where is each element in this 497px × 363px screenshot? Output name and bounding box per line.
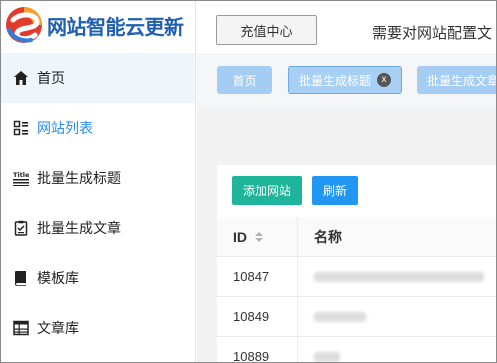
- site-table: ID 名称 10847 10849 10889: [217, 217, 496, 362]
- tab-batch-titles[interactable]: 批量生成标题 x: [288, 66, 402, 94]
- sidebar-item-home[interactable]: 首页: [1, 53, 195, 103]
- sidebar-item-label: 批量生成文章: [37, 220, 121, 236]
- sidebar-item-batch-articles[interactable]: 批量生成文章: [1, 203, 195, 253]
- cell-id: 10847: [217, 257, 298, 296]
- table-row[interactable]: 10847: [217, 257, 496, 297]
- top-header: 充值中心 需要对网站配置文: [197, 1, 496, 55]
- add-site-button[interactable]: 添加网站: [232, 176, 302, 205]
- cell-id: 10849: [217, 297, 298, 336]
- tab-bar: 首页 批量生成标题 x 批量生成文章: [197, 56, 496, 107]
- logo[interactable]: 网站智能云更新: [3, 3, 196, 47]
- sidebar-nav: 首页 网站列表 Title 批量生成标题 批量生成文章 模板库 文章库: [1, 53, 195, 353]
- table-header: ID 名称: [217, 217, 496, 257]
- sidebar: 网站智能云更新 首页 网站列表 Title 批量生成标题 批量生成文章 模板库 …: [1, 1, 196, 362]
- home-icon: [13, 70, 29, 86]
- column-id[interactable]: ID: [217, 217, 298, 256]
- title-icon: Title: [13, 170, 29, 186]
- sidebar-item-site-list[interactable]: 网站列表: [1, 103, 195, 153]
- sidebar-item-template-library[interactable]: 模板库: [1, 253, 195, 303]
- column-id-label: ID: [233, 228, 247, 245]
- tab-batch-articles[interactable]: 批量生成文章: [417, 66, 497, 94]
- tab-home[interactable]: 首页: [217, 66, 272, 94]
- logo-icon: [6, 7, 42, 43]
- cell-name: [298, 257, 496, 296]
- site-list-panel: 添加网站 刷新 ID 名称 10847 10849 10889: [217, 165, 496, 362]
- column-name: 名称: [298, 217, 496, 256]
- close-icon[interactable]: x: [377, 73, 391, 87]
- sort-icon[interactable]: [255, 231, 263, 242]
- svg-text:Title: Title: [13, 171, 29, 179]
- sidebar-item-label: 批量生成标题: [37, 170, 121, 186]
- sidebar-item-batch-titles[interactable]: Title 批量生成标题: [1, 153, 195, 203]
- main-content: 添加网站 刷新 ID 名称 10847 10849 10889: [197, 107, 496, 362]
- sidebar-item-article-library[interactable]: 文章库: [1, 303, 195, 353]
- cell-name: [298, 297, 496, 336]
- tab-label: 批量生成文章: [427, 73, 497, 88]
- redacted-text: [314, 311, 366, 322]
- tab-label: 批量生成标题: [299, 73, 372, 88]
- cell-id: 10889: [217, 337, 298, 362]
- sidebar-item-label: 首页: [37, 70, 65, 86]
- recharge-center-button[interactable]: 充值中心: [216, 15, 317, 45]
- logo-text: 网站智能云更新: [47, 16, 184, 39]
- list-icon: [13, 120, 29, 136]
- document-icon: [13, 220, 29, 236]
- tab-label: 首页: [232, 73, 257, 88]
- app-window: 网站智能云更新 首页 网站列表 Title 批量生成标题 批量生成文章 模板库 …: [0, 0, 497, 363]
- sidebar-item-label: 模板库: [37, 270, 79, 286]
- sidebar-item-label: 文章库: [37, 320, 79, 336]
- column-name-label: 名称: [314, 228, 342, 245]
- refresh-button[interactable]: 刷新: [312, 176, 358, 205]
- table-row[interactable]: 10889: [217, 337, 496, 362]
- sidebar-item-label: 网站列表: [37, 120, 93, 136]
- table-icon: [13, 320, 29, 336]
- table-row[interactable]: 10849: [217, 297, 496, 337]
- notice-text: 需要对网站配置文: [372, 25, 493, 42]
- cell-name: [298, 337, 496, 362]
- book-icon: [13, 270, 29, 286]
- redacted-text: [314, 351, 340, 362]
- redacted-text: [314, 271, 484, 282]
